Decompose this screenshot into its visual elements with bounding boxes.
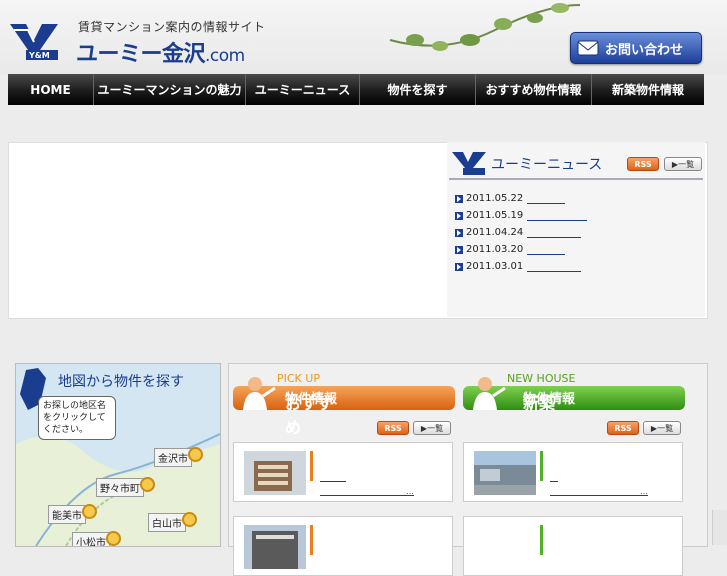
news-date: 2011.03.20 [466,244,524,255]
news-date: 2011.05.22 [466,193,524,204]
ym-logo-icon[interactable]: Y&M [8,20,60,62]
property-detail-link[interactable]: … [320,487,414,496]
card-accent [540,451,543,481]
recommend-title: おすすめ 物件情報 [285,388,337,437]
nav-news[interactable]: ユーミーニュース [246,74,360,105]
city-label: 能美市 [52,511,82,522]
card-accent [540,525,543,555]
property-photo[interactable] [244,525,306,569]
site-title[interactable]: ユーミー金沢.com [76,36,245,68]
card-accent [310,525,313,555]
news-link[interactable] [527,227,582,238]
news-item[interactable]: 2011.05.22 [455,190,587,207]
arrow-bullet-icon [455,211,463,220]
recommend-title-main: おすすめ [285,394,334,437]
news-item[interactable]: 2011.03.01 [455,258,587,275]
property-name-link[interactable] [550,473,558,482]
person-pointing-icon [473,377,506,410]
news-item[interactable]: 2011.05.19 [455,207,588,224]
nav-search[interactable]: 物件を探す [360,74,476,105]
news-link[interactable] [527,193,566,204]
news-link[interactable] [527,210,588,221]
recommend-tag: PICK UP [277,372,320,385]
news-title: ユーミーニュース [491,157,603,173]
listings-panel: PICK UP おすすめ 物件情報 RSS ▶一覧 NEW HOUSE 新築 物件… [228,363,708,576]
recommend-title-bar[interactable]: おすすめ 物件情報 [233,377,455,437]
news-item[interactable]: 2011.03.20 [455,241,587,258]
site-title-main: ユーミー金沢 [76,42,206,67]
site-tagline: 賃貸マンション案内の情報サイト [78,20,266,34]
recommend-rss-button[interactable]: RSS [377,421,409,435]
card-accent [310,451,313,481]
news-item[interactable]: 2011.04.24 [455,224,587,241]
recommend-card[interactable] [233,516,453,576]
city-kanazawa[interactable]: 金沢市 [154,447,203,467]
map-title: 地図から物件を探す [58,374,184,390]
newbuild-tag: NEW HOUSE [507,372,576,385]
news-link[interactable] [527,244,566,255]
newbuild-card[interactable]: … [463,442,683,502]
envelope-icon [577,40,599,56]
contact-button[interactable]: お問い合わせ [570,32,702,64]
site-header: Y&M 賃貸マンション案内の情報サイト ユーミー金沢.com お問い合わせ [0,0,727,74]
city-label: 小松市 [76,538,106,547]
location-pin-icon [82,504,97,519]
nav-recommend[interactable]: おすすめ物件情報 [476,74,592,105]
news-list: 2011.05.22 2011.05.19 2011.04.24 2011.03… [455,190,588,275]
location-pin-icon [106,531,121,546]
news-link[interactable] [527,261,582,272]
property-photo[interactable] [244,451,306,495]
contact-label: お問い合わせ [605,43,684,58]
nav-newbuild[interactable]: 新築物件情報 [592,74,704,105]
nav-home[interactable]: HOME [8,74,94,105]
ym-small-logo-icon [452,152,486,175]
newbuild-list-button[interactable]: ▶一覧 [643,421,681,435]
property-photo[interactable] [474,451,536,495]
property-name-link[interactable] [320,473,346,482]
arrow-bullet-icon [455,262,463,271]
area-map-panel: 地図から物件を探す お探しの地区名をクリックしてください。 金沢市 野々市町 能… [15,363,221,547]
city-label: 金沢市 [158,454,188,465]
news-date: 2011.03.01 [466,261,524,272]
news-list-button[interactable]: ▶一覧 [664,157,702,171]
ivy-decoration-icon [389,3,581,51]
newbuild-title-bar[interactable]: 新築 物件情報 [463,377,685,413]
news-header: ユーミーニュース RSS ▶一覧 [449,148,703,180]
city-nomi[interactable]: 能美市 [48,504,97,524]
location-pin-icon [140,477,155,492]
news-date: 2011.04.24 [466,227,524,238]
site-title-suffix: .com [205,46,245,66]
newbuild-header: NEW HOUSE 新築 物件情報 [463,372,685,413]
location-pin-icon [188,447,203,462]
logo-text: Y&M [28,51,50,60]
city-label: 白山市 [152,519,182,530]
news-date: 2011.05.19 [466,210,524,221]
arrow-bullet-icon [455,245,463,254]
news-panel: ユーミーニュース RSS ▶一覧 2011.05.22 2011.05.19 2… [447,142,705,317]
arrow-bullet-icon [455,228,463,237]
city-hakusan[interactable]: 白山市 [148,512,197,532]
newbuild-title-main: 新築 [523,394,556,413]
location-pin-icon [182,512,197,527]
newbuild-title: 新築 物件情報 [523,388,575,413]
map-instruction: お探しの地区名をクリックしてください。 [38,396,116,440]
city-nonoichi[interactable]: 野々市町 [96,477,155,497]
recommend-header: PICK UP おすすめ 物件情報 [233,372,455,437]
newbuild-card[interactable] [463,516,683,576]
property-detail-link[interactable]: … [550,487,648,496]
recommend-card[interactable]: … [233,442,453,502]
city-label: 野々市町 [100,484,140,495]
news-rss-button[interactable]: RSS [627,157,659,171]
person-pointing-icon [243,377,276,410]
recommend-list-button[interactable]: ▶一覧 [413,421,451,435]
nav-appeal[interactable]: ユーミーマンションの魅力 [94,74,246,105]
vertical-scrollbar[interactable] [712,510,727,545]
arrow-bullet-icon [455,194,463,203]
newbuild-rss-button[interactable]: RSS [607,421,639,435]
global-nav: HOME ユーミーマンションの魅力 ユーミーニュース 物件を探す おすすめ物件情… [8,74,704,105]
